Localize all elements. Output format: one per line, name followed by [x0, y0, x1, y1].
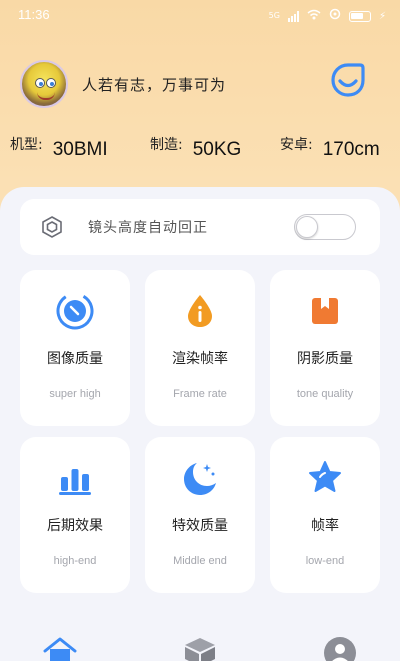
signal-icon: [287, 10, 299, 22]
profile-header: 人若有志，万事可为: [20, 60, 226, 108]
card-fps[interactable]: 帧率 low-end: [270, 437, 380, 593]
nav-box[interactable]: [182, 636, 218, 661]
bookmark-box-icon: [312, 298, 338, 324]
spec-height: 安卓: 170cm: [280, 137, 380, 161]
gauge-icon: [56, 292, 94, 330]
home-icon: [43, 637, 77, 661]
user-icon: [324, 637, 356, 661]
spec-model: 机型: 30BMI: [10, 137, 108, 161]
auto-camera-height-label: 镜头高度自动回正: [88, 220, 208, 236]
card-subtitle: Frame rate: [173, 388, 227, 400]
star-icon: [309, 461, 341, 492]
card-subtitle: tone quality: [296, 388, 354, 400]
status-bar: 11:36 5G ⚡: [0, 0, 400, 30]
card-effect-quality[interactable]: 特效质量 Middle end: [145, 437, 255, 593]
nav-home[interactable]: [42, 636, 78, 661]
wifi-icon: [307, 9, 321, 24]
hexagon-icon: [42, 216, 62, 238]
card-frame-rate[interactable]: 渲染帧率 Frame rate: [145, 270, 255, 426]
status-time: 11:36: [18, 7, 50, 22]
smile-logo-icon[interactable]: [330, 62, 366, 98]
card-image-quality[interactable]: 图像质量 super high: [20, 270, 130, 426]
spec-height-value: 170cm: [322, 139, 380, 160]
spec-model-value: 30BMI: [52, 139, 108, 160]
moon-icon: [184, 463, 216, 495]
card-title: 后期效果: [47, 518, 103, 534]
cube-icon: [185, 638, 215, 661]
spec-weight-label: 制造:: [150, 137, 183, 153]
card-subtitle: high-end: [53, 555, 97, 567]
spec-weight-value: 50KG: [192, 139, 242, 160]
card-title: 帧率: [311, 518, 339, 534]
spec-height-label: 安卓:: [280, 137, 313, 153]
toggle-knob: [296, 216, 318, 238]
card-title: 阴影质量: [297, 351, 353, 367]
status-icons: 5G ⚡: [269, 8, 386, 24]
bar-chart-icon: [59, 469, 91, 495]
card-subtitle: low-end: [305, 555, 345, 567]
auto-camera-height-toggle[interactable]: [294, 214, 356, 240]
settings-panel: 镜头高度自动回正 图像质量 super high 渲染帧率 Frame rate…: [0, 187, 400, 661]
card-title: 图像质量: [47, 351, 103, 367]
auto-camera-height-row[interactable]: 镜头高度自动回正: [20, 199, 380, 255]
battery-icon: [348, 10, 371, 22]
card-shadow-quality[interactable]: 阴影质量 tone quality: [270, 270, 380, 426]
bottom-nav: [0, 636, 400, 661]
device-specs: 机型: 30BMI 制造: 50KG 安卓: 170cm: [0, 133, 400, 173]
sync-icon: [329, 8, 341, 24]
spec-weight: 制造: 50KG: [150, 137, 242, 161]
card-subtitle: Middle end: [173, 555, 227, 567]
card-post-effects[interactable]: 后期效果 high-end: [20, 437, 130, 593]
avatar[interactable]: [20, 60, 68, 108]
profile-motto: 人若有志，万事可为: [82, 75, 227, 94]
spec-model-label: 机型:: [10, 137, 43, 153]
charging-icon: ⚡: [378, 10, 386, 22]
drop-icon: [188, 295, 212, 327]
card-title: 渲染帧率: [172, 351, 228, 367]
card-title: 特效质量: [172, 518, 228, 534]
nav-profile[interactable]: [322, 636, 358, 661]
card-subtitle: super high: [49, 388, 101, 400]
network-type-icon: 5G: [268, 11, 280, 20]
